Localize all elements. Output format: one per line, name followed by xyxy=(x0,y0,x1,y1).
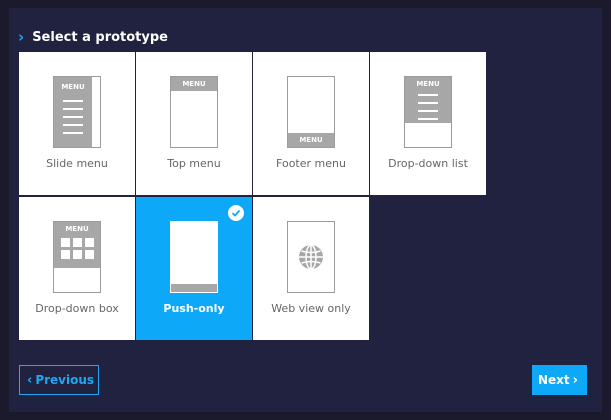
top-menu-preview-icon: MENU xyxy=(170,76,218,148)
next-button[interactable]: Next › xyxy=(532,365,587,395)
chevron-right-icon: › xyxy=(18,27,25,46)
menu-text: MENU xyxy=(61,83,85,91)
menu-text: MENU xyxy=(65,225,89,233)
chevron-right-icon: › xyxy=(572,372,579,388)
check-icon xyxy=(228,205,244,221)
prototype-label: Drop-down box xyxy=(35,302,119,315)
prototype-label: Top menu xyxy=(167,157,221,170)
globe-icon xyxy=(299,244,323,270)
drop-down-list-preview-icon: MENU xyxy=(404,76,452,148)
menu-text: MENU xyxy=(288,133,334,147)
previous-label: Previous xyxy=(35,373,95,387)
section-title: › Select a prototype xyxy=(18,28,168,46)
drop-down-box-preview-icon: MENU xyxy=(53,221,101,293)
prototype-footer-menu[interactable]: MENU Footer menu xyxy=(253,52,369,195)
web-view-preview-icon xyxy=(287,221,335,293)
chevron-left-icon: ‹ xyxy=(26,372,33,388)
prototype-label: Push-only xyxy=(163,302,225,315)
prototype-grid: MENU Slide menu MENU Top menu MENU Foote… xyxy=(19,52,487,340)
prototype-label: Slide menu xyxy=(46,157,108,170)
prototype-label: Footer menu xyxy=(276,157,346,170)
prototype-push-only[interactable]: Push-only xyxy=(136,197,252,340)
prototype-slide-menu[interactable]: MENU Slide menu xyxy=(19,52,135,195)
prototype-label: Web view only xyxy=(271,302,351,315)
prototype-drop-down-box[interactable]: MENU Drop-down box xyxy=(19,197,135,340)
slide-menu-preview-icon: MENU xyxy=(53,76,101,148)
prototype-label: Drop-down list xyxy=(388,157,468,170)
push-only-preview-icon xyxy=(170,221,218,293)
menu-text: MENU xyxy=(416,80,440,88)
next-label: Next xyxy=(537,373,570,387)
footer-menu-preview-icon: MENU xyxy=(287,76,335,148)
prototype-drop-down-list[interactable]: MENU Drop-down list xyxy=(370,52,486,195)
page-title: Select a prototype xyxy=(32,29,168,45)
menu-text: MENU xyxy=(171,77,217,91)
prototype-top-menu[interactable]: MENU Top menu xyxy=(136,52,252,195)
prototype-web-view-only[interactable]: Web view only xyxy=(253,197,369,340)
previous-button[interactable]: ‹ Previous xyxy=(19,365,99,395)
